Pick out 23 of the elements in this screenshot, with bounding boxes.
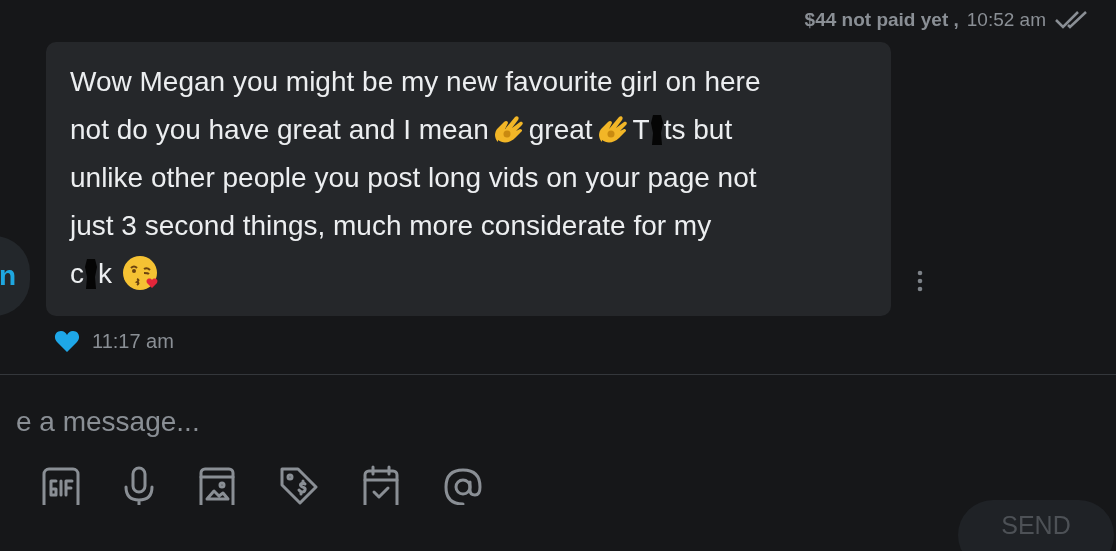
message-text: Wow Megan you might be my new favourite girl on here xyxy=(70,65,761,99)
message-text: c xyxy=(70,257,84,291)
heart-icon[interactable] xyxy=(54,329,80,353)
microphone-icon[interactable] xyxy=(122,465,156,505)
message-text: just 3 second things, much more considerate for my xyxy=(70,209,712,243)
message-time: 10:52 am xyxy=(966,7,1046,32)
message-text: k xyxy=(98,257,112,291)
more-options-icon[interactable] xyxy=(917,270,923,292)
message-time: 11:17 am xyxy=(92,329,174,354)
price-tag-icon[interactable] xyxy=(278,465,320,505)
message-text: unlike other people you post long vids on your page not xyxy=(70,161,757,195)
message-text: ts but xyxy=(663,113,733,147)
gif-icon[interactable] xyxy=(42,465,80,505)
message-text: T xyxy=(632,113,650,147)
redaction-mark xyxy=(84,257,98,291)
calendar-icon[interactable] xyxy=(362,465,400,505)
payment-status: $44 not paid yet , xyxy=(804,7,959,32)
message-text: great xyxy=(528,113,593,147)
redaction-mark xyxy=(649,113,664,147)
avatar: n xyxy=(0,236,30,316)
message-input[interactable]: e a message... xyxy=(16,401,916,443)
message-text: not do you have great and I mean xyxy=(70,113,489,147)
image-icon[interactable] xyxy=(198,465,236,505)
